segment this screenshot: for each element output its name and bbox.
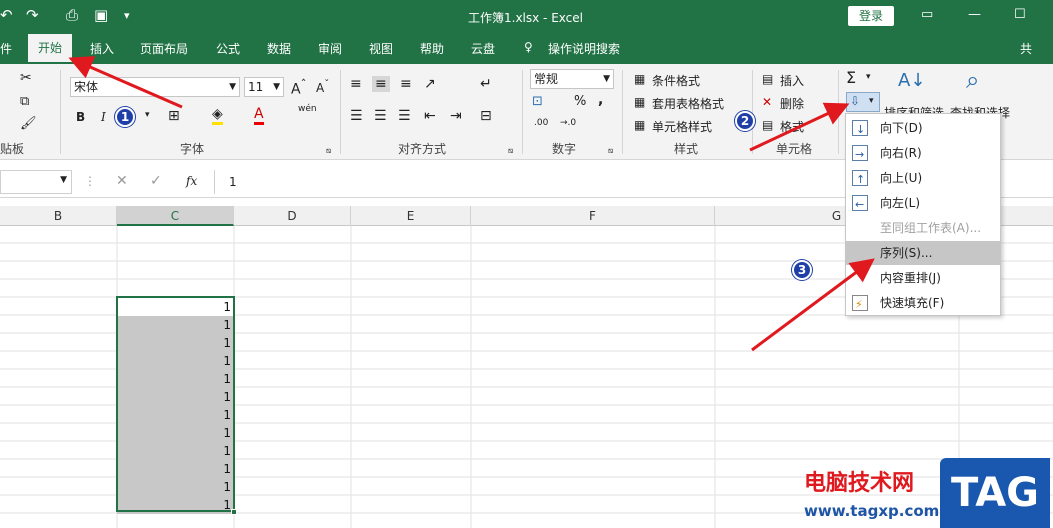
step-badge-3: 3 (792, 260, 812, 280)
step-badge-2: 2 (735, 111, 755, 131)
arrow-to-series-item (751, 258, 875, 352)
watermark-url: www.tagxp.com (804, 502, 940, 520)
annotation-arrows (68, 56, 875, 352)
watermark-text: 电脑技术网 (804, 471, 915, 496)
arrow-to-fill-button (749, 102, 850, 152)
step-badge-1: 1 (115, 107, 135, 127)
arrow-to-home-tab (68, 56, 183, 109)
tag-logo: TAG (940, 458, 1050, 528)
